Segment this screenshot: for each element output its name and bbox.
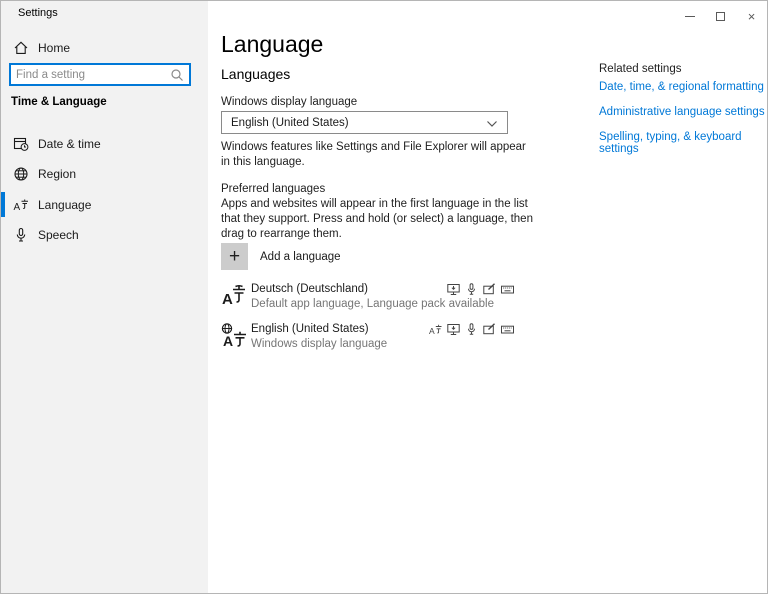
maximize-button[interactable]: [705, 1, 736, 31]
sidebar-item-speech[interactable]: Speech: [1, 220, 208, 249]
page-title: Language: [221, 31, 323, 58]
display-language-dropdown[interactable]: English (United States): [221, 111, 508, 134]
sidebar-item-label: Date & time: [38, 137, 101, 151]
related-settings-title: Related settings: [599, 63, 681, 75]
related-link-spelling-typing[interactable]: Spelling, typing, & keyboard settings: [599, 131, 767, 155]
display-language-value: English (United States): [222, 117, 486, 129]
window-title: Settings: [18, 7, 58, 19]
maximize-icon: [716, 12, 725, 21]
language-status: Default app language, Language pack avai…: [251, 297, 511, 311]
svg-text:A: A: [14, 202, 21, 213]
svg-text:A: A: [222, 291, 233, 308]
sidebar-item-date-time[interactable]: Date & time: [1, 129, 208, 158]
minimize-icon: [685, 16, 695, 17]
text-language-icon: A: [13, 197, 29, 213]
globe-translate-icon: A: [221, 322, 247, 348]
display-icon: [447, 283, 460, 296]
language-feature-icons-deutsch: [447, 283, 514, 296]
handwriting-icon: [483, 283, 496, 296]
language-feature-icons-english: A: [429, 323, 514, 336]
related-link-regional-formatting[interactable]: Date, time, & regional formatting: [599, 81, 764, 93]
sidebar-item-label: Language: [38, 198, 91, 212]
svg-text:A: A: [223, 333, 233, 348]
sidebar-item-region[interactable]: Region: [1, 159, 208, 188]
sidebar-item-home[interactable]: Home: [1, 33, 208, 62]
text-language-icon: A: [429, 323, 442, 336]
plus-icon: +: [221, 243, 248, 270]
search-icon[interactable]: [169, 67, 185, 83]
sidebar-item-language[interactable]: A Language: [1, 190, 208, 219]
globe-icon: [13, 166, 29, 182]
home-icon: [13, 40, 29, 56]
display-language-description: Windows features like Settings and File …: [221, 140, 533, 170]
related-link-administrative[interactable]: Administrative language settings: [599, 106, 765, 118]
calendar-clock-icon: [13, 136, 29, 152]
preferred-languages-label: Preferred languages: [221, 183, 325, 195]
preferred-languages-description: Apps and websites will appear in the fir…: [221, 197, 543, 242]
sidebar-item-label: Region: [38, 167, 76, 181]
close-button[interactable]: ×: [736, 1, 767, 31]
window-controls: ×: [674, 1, 767, 31]
display-icon: [447, 323, 460, 336]
svg-text:A: A: [429, 326, 435, 336]
settings-window: Settings Home Time & Language Date & tim…: [0, 0, 768, 594]
language-status: Windows display language: [251, 337, 511, 351]
minimize-button[interactable]: [674, 1, 705, 31]
add-language-label: Add a language: [260, 251, 341, 263]
microphone-icon: [13, 227, 29, 243]
sidebar: Settings Home Time & Language Date & tim…: [1, 1, 208, 594]
handwriting-icon: [483, 323, 496, 336]
sidebar-item-label: Speech: [38, 228, 79, 242]
search-input[interactable]: [11, 69, 169, 81]
add-language-button[interactable]: + Add a language: [221, 243, 341, 270]
close-icon: ×: [748, 10, 756, 23]
display-language-label: Windows display language: [221, 96, 357, 108]
search-box: [9, 63, 191, 86]
keyboard-icon: [501, 323, 514, 336]
microphone-icon: [465, 323, 478, 336]
translate-icon: A: [221, 282, 247, 308]
keyboard-icon: [501, 283, 514, 296]
microphone-icon: [465, 283, 478, 296]
chevron-down-icon: [486, 117, 498, 129]
sidebar-item-label: Home: [38, 41, 70, 55]
sidebar-group-title: Time & Language: [11, 96, 107, 108]
languages-section-title: Languages: [221, 66, 290, 82]
